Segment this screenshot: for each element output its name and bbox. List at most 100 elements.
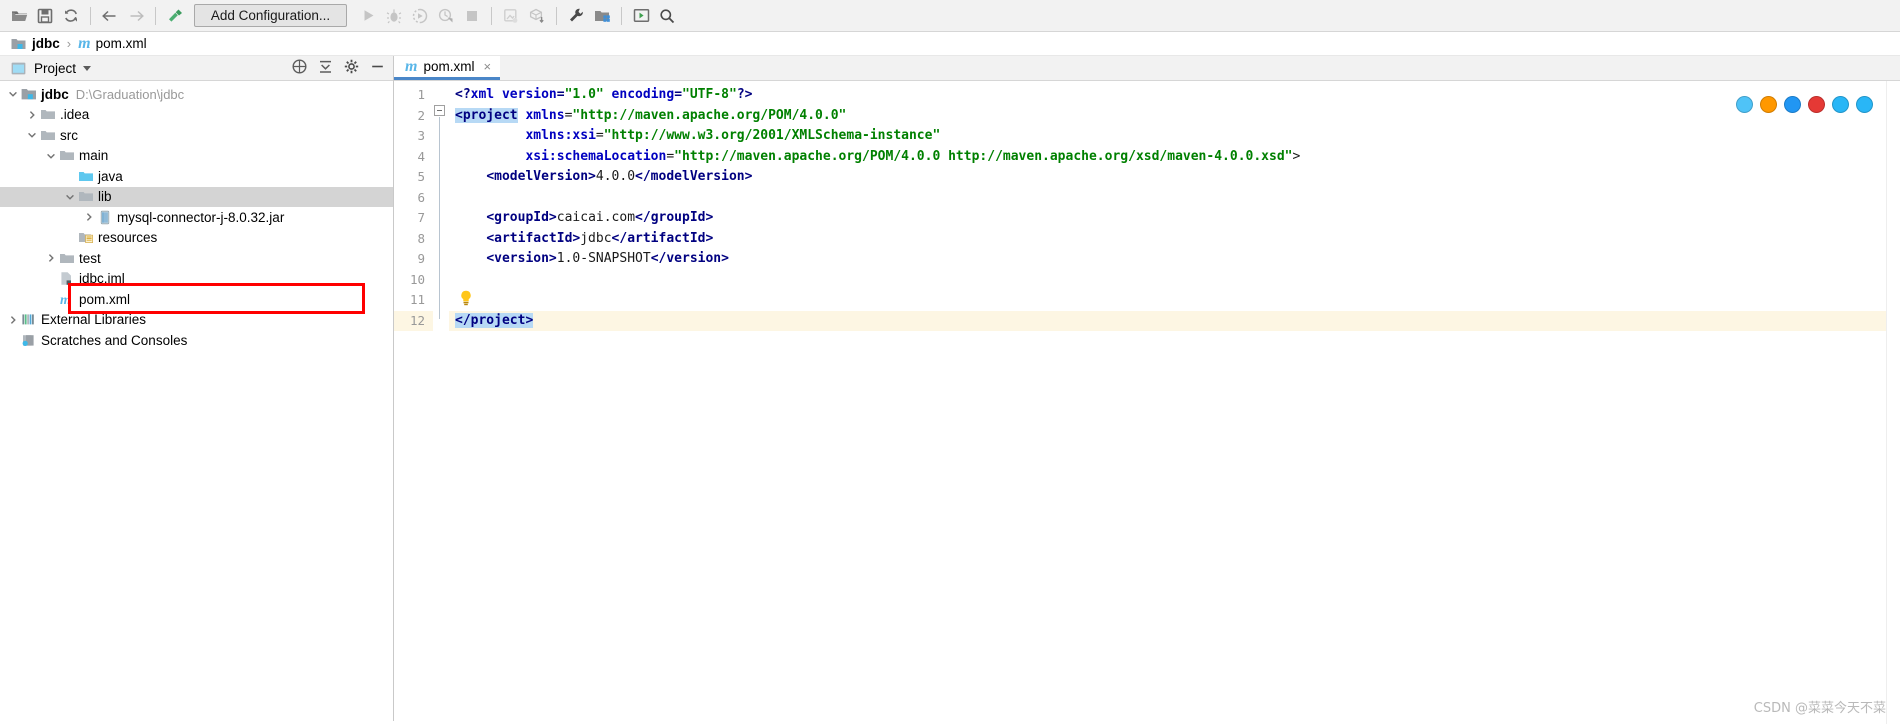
code-token: = bbox=[595, 128, 604, 143]
debug-icon[interactable] bbox=[381, 3, 407, 29]
project-panel-title: Project bbox=[34, 60, 77, 76]
safari-browser-icon[interactable] bbox=[1832, 96, 1849, 113]
navigate-forward-icon[interactable] bbox=[123, 3, 149, 29]
code-token: > bbox=[1292, 148, 1301, 164]
tree-item-scratches-and-consoles[interactable]: Scratches and Consoles bbox=[0, 330, 393, 351]
stop-icon[interactable] bbox=[459, 3, 485, 29]
tree-arrow-placeholder bbox=[63, 169, 77, 183]
run-with-coverage-icon[interactable] bbox=[407, 3, 433, 29]
navigate-back-icon[interactable] bbox=[97, 3, 123, 29]
chevron-right-icon[interactable] bbox=[44, 251, 58, 265]
tree-item-external-libraries[interactable]: External Libraries bbox=[0, 310, 393, 331]
breadcrumb: jdbc › m pom.xml bbox=[0, 32, 1900, 56]
code-line[interactable] bbox=[449, 290, 1886, 311]
terminal-icon[interactable] bbox=[628, 3, 654, 29]
tree-item-java[interactable]: java bbox=[0, 166, 393, 187]
explorer-browser-icon[interactable] bbox=[1856, 96, 1873, 113]
code-content[interactable]: <?xml version="1.0" encoding="UTF-8"?> <p… bbox=[449, 81, 1886, 724]
code-token: caicai.com bbox=[556, 210, 636, 225]
code-token: <version> bbox=[486, 251, 557, 266]
fold-marker-icon[interactable] bbox=[434, 105, 445, 116]
update-project-icon[interactable] bbox=[498, 3, 524, 29]
module-icon bbox=[20, 86, 37, 102]
settings-gear-icon[interactable] bbox=[344, 59, 359, 77]
code-line[interactable]: xmlns:xsi="http://www.w3.org/2001/XMLSch… bbox=[449, 126, 1886, 147]
tree-item-src[interactable]: src bbox=[0, 125, 393, 146]
code-line[interactable]: <project xmlns="http://maven.apache.org/… bbox=[449, 106, 1886, 127]
tree-item-label: main bbox=[79, 148, 109, 163]
main-content: Project jdbc D:\Graduation\jdbc .idea src ma… bbox=[0, 56, 1900, 724]
search-everywhere-icon[interactable] bbox=[654, 3, 680, 29]
chevron-down-icon[interactable] bbox=[83, 65, 92, 71]
code-token: </version> bbox=[650, 251, 729, 266]
open-folder-icon[interactable] bbox=[6, 3, 32, 29]
chevron-down-icon[interactable] bbox=[25, 128, 39, 142]
code-line[interactable]: <version>1.0-SNAPSHOT</version> bbox=[449, 249, 1886, 270]
code-line[interactable]: <groupId>caicai.com</groupId> bbox=[449, 208, 1886, 229]
editor-marker-bar[interactable] bbox=[1886, 81, 1900, 724]
code-token: xml bbox=[470, 87, 495, 102]
hide-panel-icon[interactable] bbox=[370, 59, 385, 77]
add-configuration-button[interactable]: Add Configuration... bbox=[194, 4, 347, 27]
tree-item-main[interactable]: main bbox=[0, 146, 393, 167]
code-line[interactable]: <?xml version="1.0" encoding="UTF-8"?> bbox=[449, 85, 1886, 106]
code-line[interactable]: xsi:schemaLocation="http://maven.apache.… bbox=[449, 147, 1886, 168]
breadcrumb-project[interactable]: jdbc bbox=[32, 36, 60, 51]
code-token: "http://maven.apache.org/POM/4.0.0" bbox=[572, 107, 847, 123]
tree-item-pom-xml[interactable]: m pom.xml bbox=[0, 289, 393, 310]
code-token: ?> bbox=[736, 87, 753, 102]
tree-item-path: D:\Graduation\jdbc bbox=[75, 86, 185, 102]
chevron-down-icon[interactable] bbox=[44, 149, 58, 163]
profile-icon[interactable] bbox=[433, 3, 459, 29]
code-token: xsi:schemaLocation bbox=[525, 148, 667, 164]
chevron-right-icon[interactable] bbox=[82, 210, 96, 224]
code-line[interactable]: </project> bbox=[449, 310, 1886, 331]
commit-icon[interactable] bbox=[524, 3, 550, 29]
project-structure-icon[interactable] bbox=[589, 3, 615, 29]
tree-item-jdbc[interactable]: jdbc D:\Graduation\jdbc bbox=[0, 84, 393, 105]
chevron-down-icon[interactable] bbox=[6, 87, 20, 101]
tree-item-label: jdbc.iml bbox=[79, 271, 125, 286]
tree-arrow-placeholder bbox=[63, 231, 77, 245]
code-editor[interactable]: 1 2 3 4 5 6 7 8 9 10 11 12 <?xml version="1.0" enco… bbox=[394, 81, 1900, 724]
opera-browser-icon[interactable] bbox=[1808, 96, 1825, 113]
settings-wrench-icon[interactable] bbox=[563, 3, 589, 29]
tree-item-label: Scratches and Consoles bbox=[41, 332, 188, 348]
chevron-down-icon[interactable] bbox=[63, 190, 77, 204]
chevron-right-icon[interactable] bbox=[25, 108, 39, 122]
code-line[interactable] bbox=[449, 270, 1886, 291]
tab-pom-xml[interactable]: m pom.xml × bbox=[394, 56, 501, 80]
project-tree[interactable]: jdbc D:\Graduation\jdbc .idea src main java li… bbox=[0, 81, 393, 724]
tree-item-resources[interactable]: resources bbox=[0, 228, 393, 249]
collapse-all-icon[interactable] bbox=[318, 59, 333, 77]
breadcrumb-file[interactable]: pom.xml bbox=[96, 36, 147, 51]
save-all-icon[interactable] bbox=[32, 3, 58, 29]
code-line[interactable]: <modelVersion>4.0.0</modelVersion> bbox=[449, 167, 1886, 188]
tree-item-lib[interactable]: lib bbox=[0, 186, 393, 207]
chrome-browser-icon[interactable] bbox=[1736, 96, 1753, 113]
select-opened-file-icon[interactable] bbox=[292, 59, 307, 77]
code-line[interactable]: <artifactId>jdbc</artifactId> bbox=[449, 229, 1886, 250]
build-hammer-icon[interactable] bbox=[162, 3, 188, 29]
close-icon[interactable]: × bbox=[483, 59, 491, 74]
sync-refresh-icon[interactable] bbox=[58, 3, 84, 29]
tree-item-test[interactable]: test bbox=[0, 248, 393, 269]
folder-icon bbox=[39, 107, 56, 123]
folder-icon bbox=[77, 189, 94, 205]
tree-item-mysql-connector-j-8-0-32-jar[interactable]: mysql-connector-j-8.0.32.jar bbox=[0, 207, 393, 228]
browser-preview-strip bbox=[1731, 93, 1878, 116]
resources-folder-icon bbox=[77, 230, 94, 246]
tree-item-idea[interactable]: .idea bbox=[0, 105, 393, 126]
toolbar-separator-1 bbox=[90, 6, 91, 25]
run-icon[interactable] bbox=[355, 3, 381, 29]
chevron-right-icon[interactable] bbox=[6, 313, 20, 327]
code-token: xmlns:xsi bbox=[525, 128, 596, 143]
code-folding-column[interactable] bbox=[433, 81, 449, 724]
watermark-text: CSDN @菜菜今天不菜 bbox=[1753, 701, 1886, 716]
code-token: <? bbox=[455, 87, 471, 102]
lightbulb-icon[interactable] bbox=[459, 290, 473, 306]
firefox-browser-icon[interactable] bbox=[1760, 96, 1777, 113]
code-line[interactable] bbox=[449, 188, 1886, 209]
edge-browser-icon[interactable] bbox=[1784, 96, 1801, 113]
tree-item-jdbc-iml[interactable]: jdbc.iml bbox=[0, 269, 393, 290]
